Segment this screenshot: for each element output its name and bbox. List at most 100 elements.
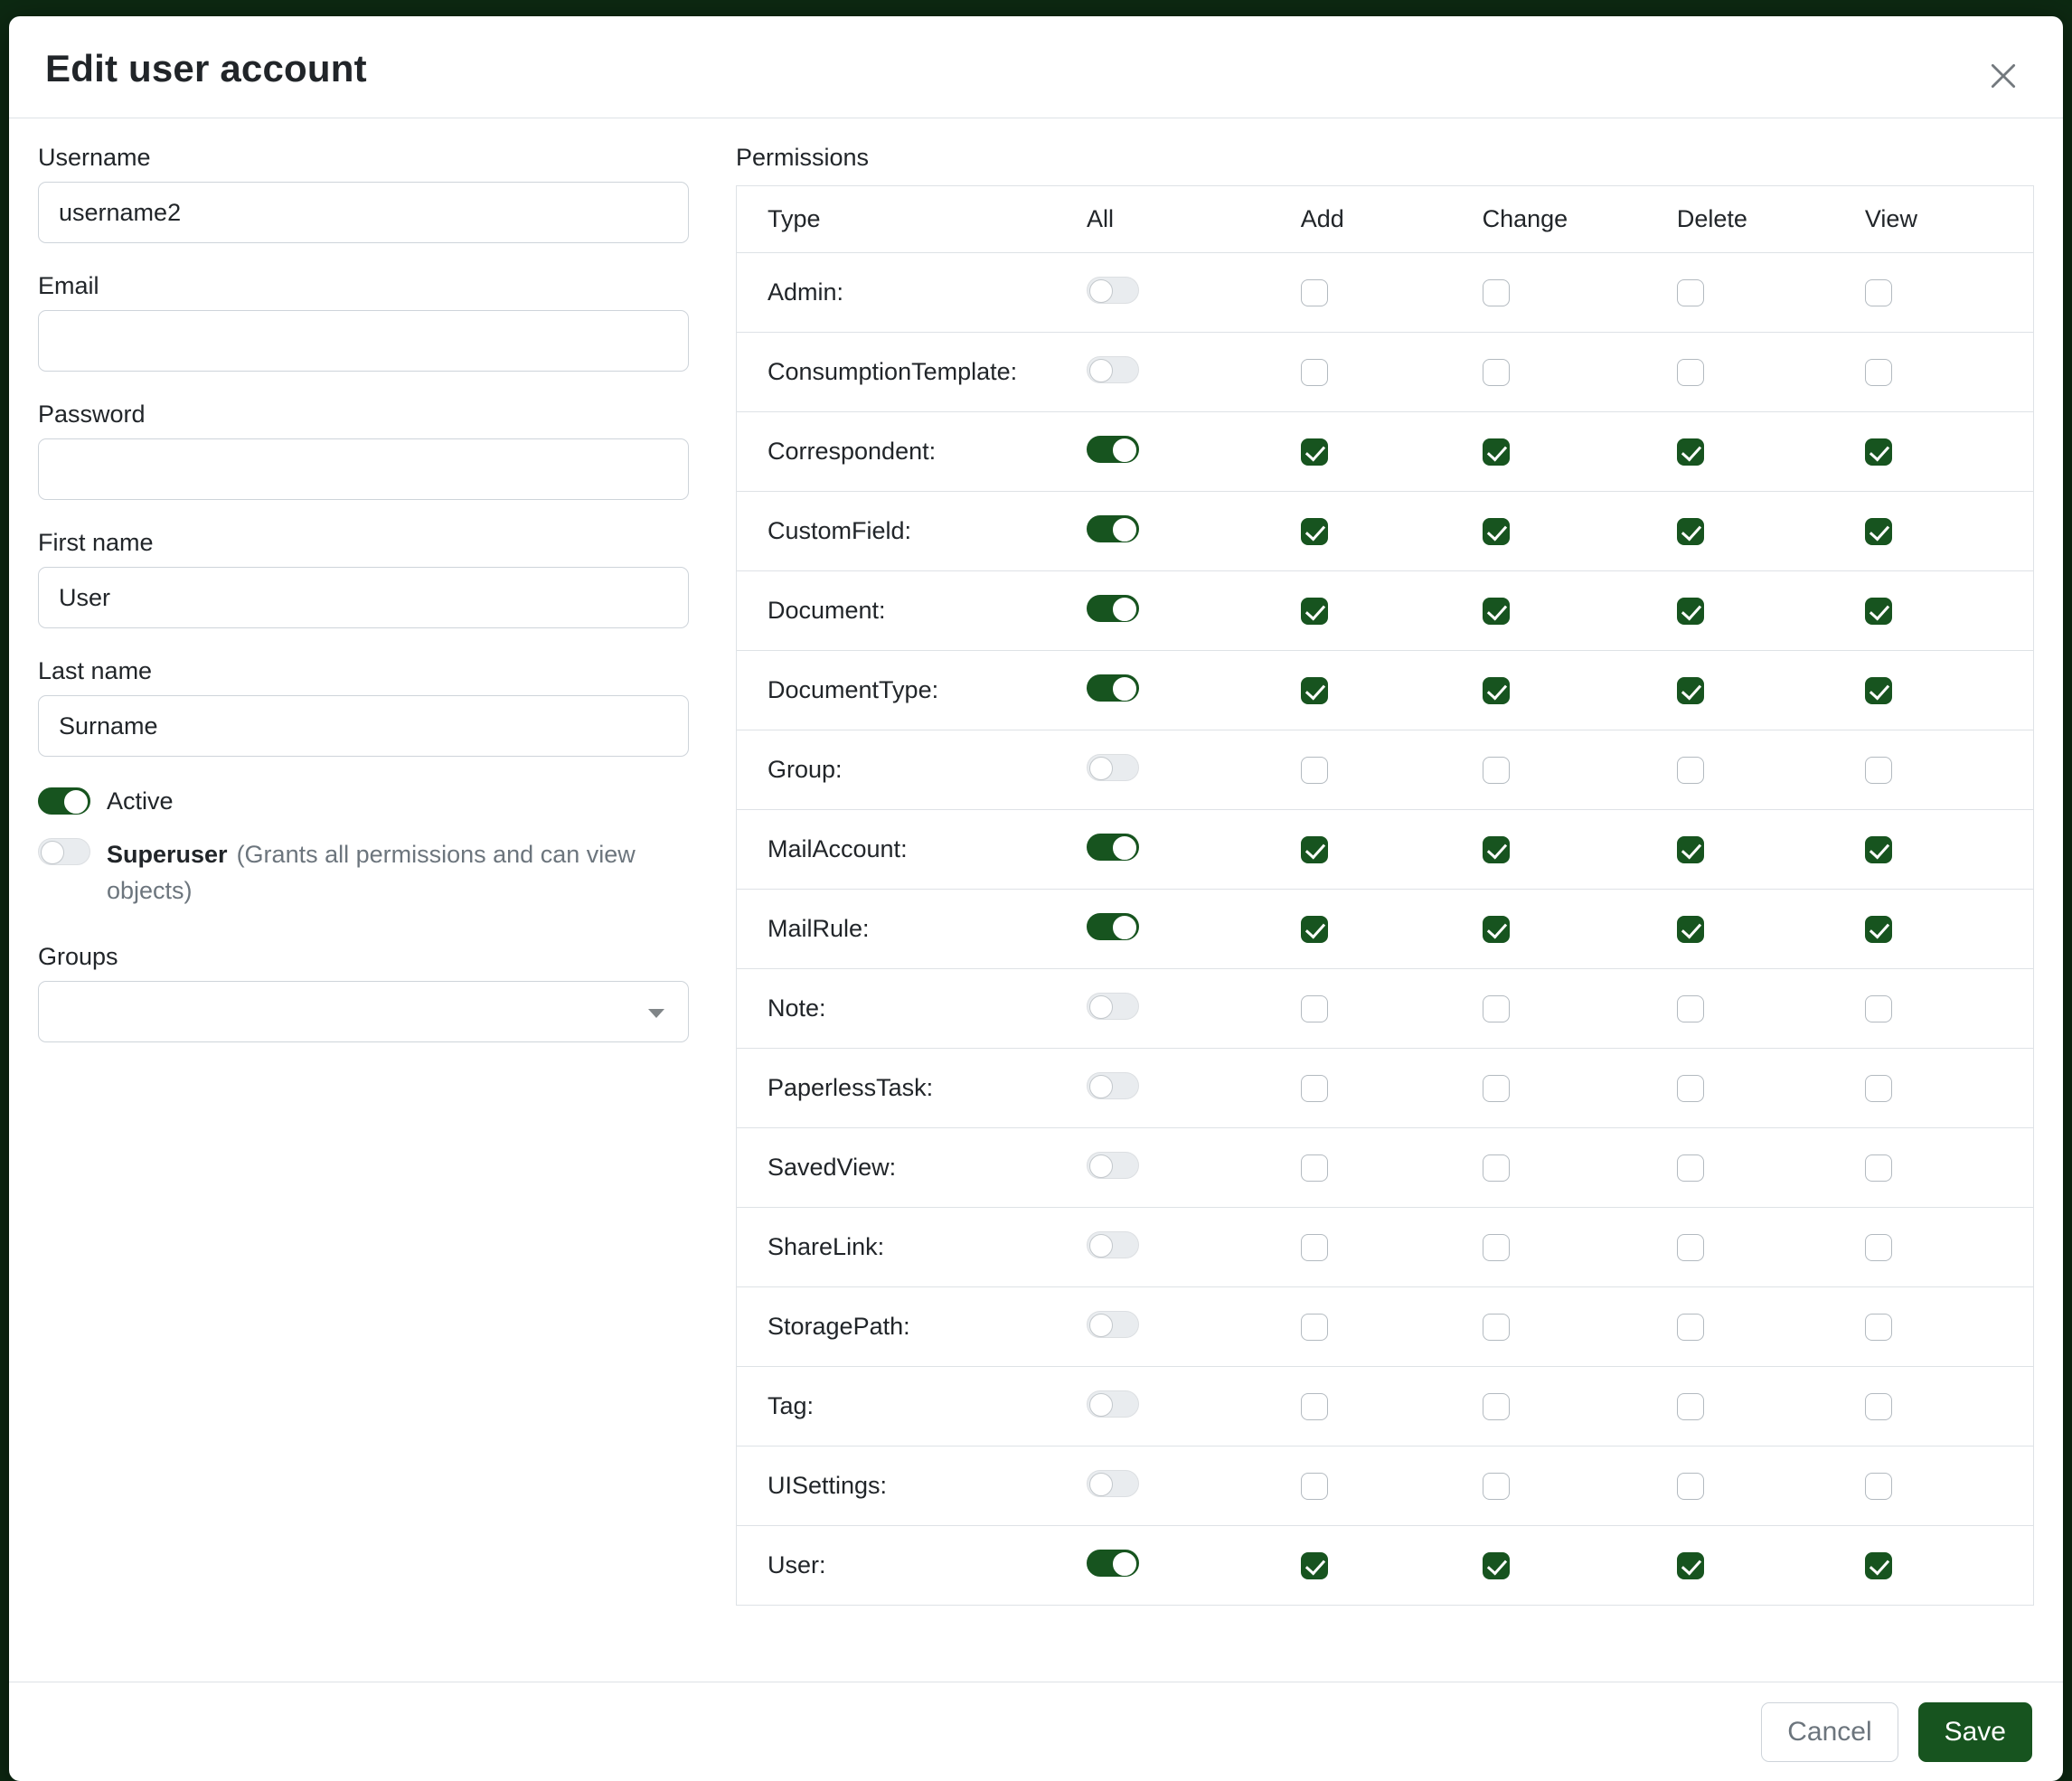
- perm-change-checkbox[interactable]: [1483, 518, 1510, 545]
- cancel-button[interactable]: Cancel: [1761, 1702, 1898, 1762]
- perm-add-checkbox[interactable]: [1301, 1075, 1328, 1102]
- perm-change-checkbox[interactable]: [1483, 279, 1510, 306]
- perm-delete-checkbox[interactable]: [1677, 836, 1704, 863]
- perm-delete-checkbox[interactable]: [1677, 1552, 1704, 1579]
- perm-delete-checkbox[interactable]: [1677, 359, 1704, 386]
- perm-all-toggle[interactable]: [1087, 1311, 1139, 1338]
- perm-add-checkbox[interactable]: [1301, 757, 1328, 784]
- perm-delete-checkbox[interactable]: [1677, 1314, 1704, 1341]
- perm-all-toggle[interactable]: [1087, 754, 1139, 781]
- superuser-toggle[interactable]: [38, 838, 90, 865]
- save-button[interactable]: Save: [1918, 1702, 2032, 1762]
- perm-add-checkbox[interactable]: [1301, 1154, 1328, 1182]
- perm-all-toggle[interactable]: [1087, 674, 1139, 702]
- username-input[interactable]: [38, 182, 689, 243]
- perm-change-checkbox[interactable]: [1483, 598, 1510, 625]
- perm-view-checkbox[interactable]: [1865, 836, 1892, 863]
- perm-change-checkbox[interactable]: [1483, 995, 1510, 1022]
- perm-all-toggle[interactable]: [1087, 993, 1139, 1020]
- modal-body: Username Email Password First name Last …: [9, 118, 2063, 1682]
- perm-all-toggle[interactable]: [1087, 834, 1139, 861]
- perm-delete-checkbox[interactable]: [1677, 1234, 1704, 1261]
- perm-change-checkbox[interactable]: [1483, 1154, 1510, 1182]
- first-name-input[interactable]: [38, 567, 689, 628]
- perm-view-checkbox[interactable]: [1865, 279, 1892, 306]
- perm-all-toggle[interactable]: [1087, 595, 1139, 622]
- perm-type-label: Note:: [768, 994, 826, 1022]
- perm-change-checkbox[interactable]: [1483, 757, 1510, 784]
- perm-add-checkbox[interactable]: [1301, 438, 1328, 466]
- perm-add-checkbox[interactable]: [1301, 916, 1328, 943]
- close-button[interactable]: [1982, 54, 2025, 98]
- perm-all-toggle[interactable]: [1087, 515, 1139, 542]
- username-label: Username: [38, 144, 689, 172]
- perm-all-toggle[interactable]: [1087, 1390, 1139, 1418]
- perm-view-checkbox[interactable]: [1865, 1552, 1892, 1579]
- perm-add-checkbox[interactable]: [1301, 1473, 1328, 1500]
- perm-view-checkbox[interactable]: [1865, 598, 1892, 625]
- perm-view-checkbox[interactable]: [1865, 438, 1892, 466]
- perm-change-checkbox[interactable]: [1483, 1473, 1510, 1500]
- perm-change-checkbox[interactable]: [1483, 677, 1510, 704]
- perm-add-checkbox[interactable]: [1301, 1234, 1328, 1261]
- perm-delete-checkbox[interactable]: [1677, 995, 1704, 1022]
- perm-view-checkbox[interactable]: [1865, 1154, 1892, 1182]
- perm-view-checkbox[interactable]: [1865, 677, 1892, 704]
- perm-change-checkbox[interactable]: [1483, 359, 1510, 386]
- perm-add-checkbox[interactable]: [1301, 1393, 1328, 1420]
- perm-delete-checkbox[interactable]: [1677, 1154, 1704, 1182]
- perm-change-checkbox[interactable]: [1483, 916, 1510, 943]
- perm-change-checkbox[interactable]: [1483, 1552, 1510, 1579]
- perm-add-checkbox[interactable]: [1301, 995, 1328, 1022]
- perm-delete-checkbox[interactable]: [1677, 1393, 1704, 1420]
- perm-view-checkbox[interactable]: [1865, 995, 1892, 1022]
- perm-all-toggle[interactable]: [1087, 356, 1139, 383]
- perm-all-toggle[interactable]: [1087, 1152, 1139, 1179]
- perm-view-checkbox[interactable]: [1865, 916, 1892, 943]
- perm-delete-checkbox[interactable]: [1677, 757, 1704, 784]
- perm-view-checkbox[interactable]: [1865, 757, 1892, 784]
- perm-add-checkbox[interactable]: [1301, 279, 1328, 306]
- perm-view-checkbox[interactable]: [1865, 359, 1892, 386]
- perm-delete-checkbox[interactable]: [1677, 677, 1704, 704]
- perm-add-checkbox[interactable]: [1301, 677, 1328, 704]
- perm-change-checkbox[interactable]: [1483, 1314, 1510, 1341]
- perm-add-checkbox[interactable]: [1301, 1314, 1328, 1341]
- groups-select[interactable]: [38, 981, 689, 1042]
- perm-delete-checkbox[interactable]: [1677, 279, 1704, 306]
- perm-change-checkbox[interactable]: [1483, 438, 1510, 466]
- perm-view-checkbox[interactable]: [1865, 1314, 1892, 1341]
- perm-add-checkbox[interactable]: [1301, 359, 1328, 386]
- perm-delete-checkbox[interactable]: [1677, 438, 1704, 466]
- perm-all-toggle[interactable]: [1087, 1231, 1139, 1258]
- perm-all-toggle[interactable]: [1087, 1470, 1139, 1497]
- perm-all-toggle[interactable]: [1087, 1072, 1139, 1099]
- perm-change-checkbox[interactable]: [1483, 1234, 1510, 1261]
- perm-view-checkbox[interactable]: [1865, 518, 1892, 545]
- perm-change-checkbox[interactable]: [1483, 1393, 1510, 1420]
- active-toggle[interactable]: [38, 787, 90, 815]
- perm-add-checkbox[interactable]: [1301, 598, 1328, 625]
- perm-view-checkbox[interactable]: [1865, 1075, 1892, 1102]
- perm-change-checkbox[interactable]: [1483, 1075, 1510, 1102]
- perm-type-label: PaperlessTask:: [768, 1074, 933, 1101]
- perm-all-toggle[interactable]: [1087, 277, 1139, 304]
- perm-delete-checkbox[interactable]: [1677, 598, 1704, 625]
- perm-all-toggle[interactable]: [1087, 913, 1139, 940]
- perm-change-checkbox[interactable]: [1483, 836, 1510, 863]
- perm-delete-checkbox[interactable]: [1677, 518, 1704, 545]
- perm-view-checkbox[interactable]: [1865, 1393, 1892, 1420]
- perm-all-toggle[interactable]: [1087, 436, 1139, 463]
- perm-view-checkbox[interactable]: [1865, 1473, 1892, 1500]
- last-name-input[interactable]: [38, 695, 689, 757]
- perm-delete-checkbox[interactable]: [1677, 1473, 1704, 1500]
- perm-view-checkbox[interactable]: [1865, 1234, 1892, 1261]
- email-input[interactable]: [38, 310, 689, 372]
- perm-add-checkbox[interactable]: [1301, 1552, 1328, 1579]
- perm-delete-checkbox[interactable]: [1677, 916, 1704, 943]
- perm-delete-checkbox[interactable]: [1677, 1075, 1704, 1102]
- perm-all-toggle[interactable]: [1087, 1550, 1139, 1577]
- perm-add-checkbox[interactable]: [1301, 836, 1328, 863]
- password-input[interactable]: [38, 438, 689, 500]
- perm-add-checkbox[interactable]: [1301, 518, 1328, 545]
